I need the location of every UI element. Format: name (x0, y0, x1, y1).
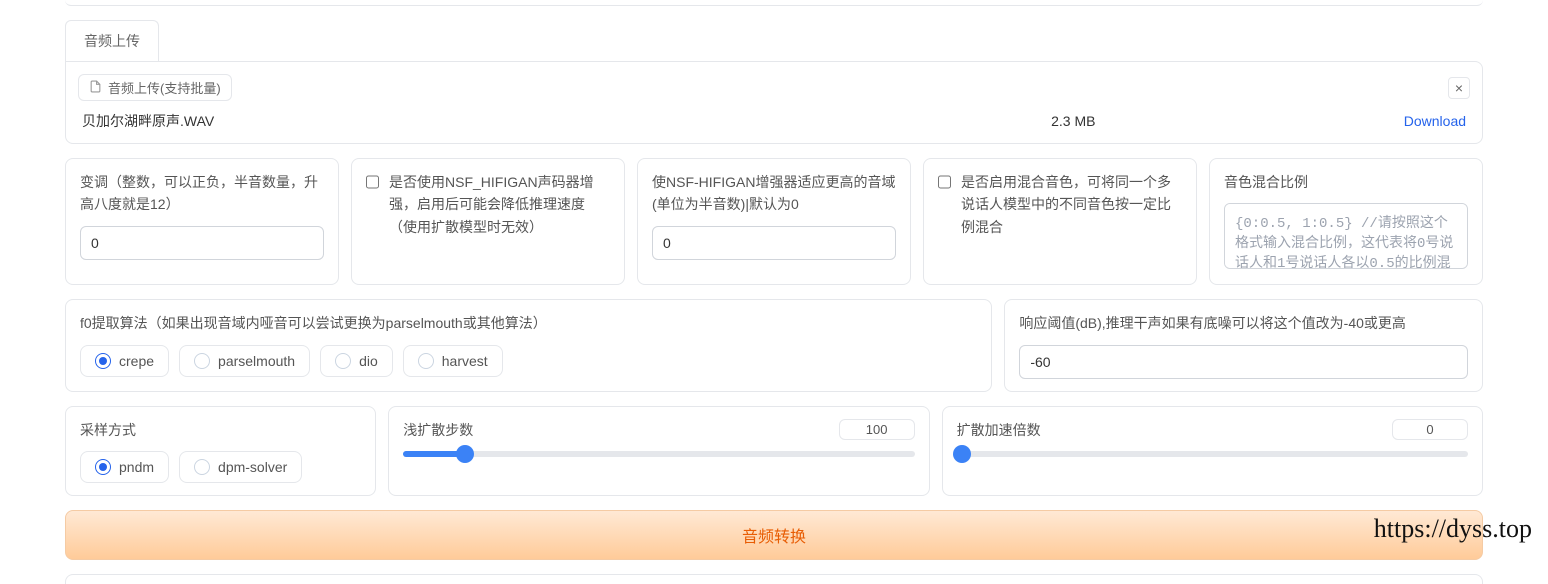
sampling-option-label: dpm-solver (218, 459, 287, 475)
f0-option-parselmouth[interactable]: parselmouth (179, 345, 310, 377)
threshold-label: 响应阈值(dB),推理干声如果有底噪可以将这个值改为-40或更高 (1019, 312, 1468, 334)
sampling-option-dpm-solver[interactable]: dpm-solver (179, 451, 302, 483)
upload-panel: 音频上传(支持批量) × 贝加尔湖畔原声.WAV 2.3 MB Download (65, 61, 1483, 144)
diffusion-accel-cell: 扩散加速倍数 0 (942, 406, 1483, 496)
f0-option-dio[interactable]: dio (320, 345, 393, 377)
mix-enable-cell: 是否启用混合音色，可将同一个多说话人模型中的不同音色按一定比例混合 (923, 158, 1197, 285)
diffusion-accel-label: 扩散加速倍数 (957, 419, 1041, 441)
nsf-enhance-cell: 是否使用NSF_HIFIGAN声码器增强，启用后可能会降低推理速度（使用扩散模型… (351, 158, 625, 285)
sampling-option-pndm[interactable]: pndm (80, 451, 169, 483)
f0-option-label: harvest (442, 353, 488, 369)
radio-circle-icon (194, 353, 210, 369)
sampling-label: 采样方式 (80, 419, 361, 441)
mix-ratio-input[interactable] (1224, 203, 1468, 269)
pitch-cell: 变调（整数，可以正负，半音数量，升高八度就是12） (65, 158, 339, 285)
file-name: 贝加尔湖畔原声.WAV (82, 111, 743, 131)
threshold-input[interactable] (1019, 345, 1468, 379)
radio-circle-icon (95, 353, 111, 369)
file-size: 2.3 MB (743, 113, 1404, 129)
watermark: https://dyss.top (1374, 514, 1532, 544)
file-row: 贝加尔湖畔原声.WAV 2.3 MB Download (78, 107, 1470, 131)
shallow-diffusion-cell: 浅扩散步数 100 (388, 406, 929, 496)
mix-enable-label: 是否启用混合音色，可将同一个多说话人模型中的不同音色按一定比例混合 (961, 171, 1182, 238)
shallow-diffusion-slider[interactable] (403, 451, 914, 457)
tab-audio-upload[interactable]: 音频上传 (65, 20, 159, 61)
mix-ratio-label: 音色混合比例 (1224, 171, 1468, 193)
upload-label-text: 音频上传(支持批量) (108, 78, 221, 97)
download-link[interactable]: Download (1404, 113, 1466, 129)
f0-option-label: parselmouth (218, 353, 295, 369)
mix-enable-checkbox[interactable] (938, 175, 951, 189)
radio-circle-icon (335, 353, 351, 369)
nsf-semitones-input[interactable] (652, 226, 896, 260)
f0-label: f0提取算法（如果出现音域内哑音可以尝试更换为parselmouth或其他算法） (80, 312, 977, 334)
nsf-enhance-label: 是否使用NSF_HIFIGAN声码器增强，启用后可能会降低推理速度（使用扩散模型… (389, 171, 610, 238)
mix-ratio-cell: 音色混合比例 (1209, 158, 1483, 285)
f0-option-label: crepe (119, 353, 154, 369)
f0-option-crepe[interactable]: crepe (80, 345, 169, 377)
f0-option-label: dio (359, 353, 378, 369)
f0-option-harvest[interactable]: harvest (403, 345, 503, 377)
sampling-cell: 采样方式 pndm dpm-solver (65, 406, 376, 496)
diffusion-accel-value[interactable]: 0 (1392, 419, 1468, 440)
radio-circle-icon (418, 353, 434, 369)
run-button[interactable]: 音频转换 (65, 510, 1483, 560)
nsf-semitones-cell: 使NSF-HIFIGAN增强器适应更高的音域(单位为半音数)|默认为0 (637, 158, 911, 285)
file-icon (89, 80, 102, 96)
sampling-option-label: pndm (119, 459, 154, 475)
shallow-diffusion-value[interactable]: 100 (839, 419, 915, 440)
f0-cell: f0提取算法（如果出现音域内哑音可以尝试更换为parselmouth或其他算法）… (65, 299, 992, 391)
radio-circle-icon (95, 459, 111, 475)
nsf-enhance-checkbox[interactable] (366, 175, 379, 189)
pitch-label: 变调（整数，可以正负，半音数量，升高八度就是12） (80, 171, 324, 216)
radio-circle-icon (194, 459, 210, 475)
diffusion-accel-slider[interactable] (957, 451, 1468, 457)
nsf-semitones-label: 使NSF-HIFIGAN增强器适应更高的音域(单位为半音数)|默认为0 (652, 171, 896, 216)
pitch-input[interactable] (80, 226, 324, 260)
upload-button[interactable]: 音频上传(支持批量) (78, 74, 232, 101)
shallow-diffusion-label: 浅扩散步数 (403, 419, 473, 441)
close-icon[interactable]: × (1448, 77, 1470, 99)
threshold-cell: 响应阈值(dB),推理干声如果有底噪可以将这个值改为-40或更高 (1004, 299, 1483, 391)
